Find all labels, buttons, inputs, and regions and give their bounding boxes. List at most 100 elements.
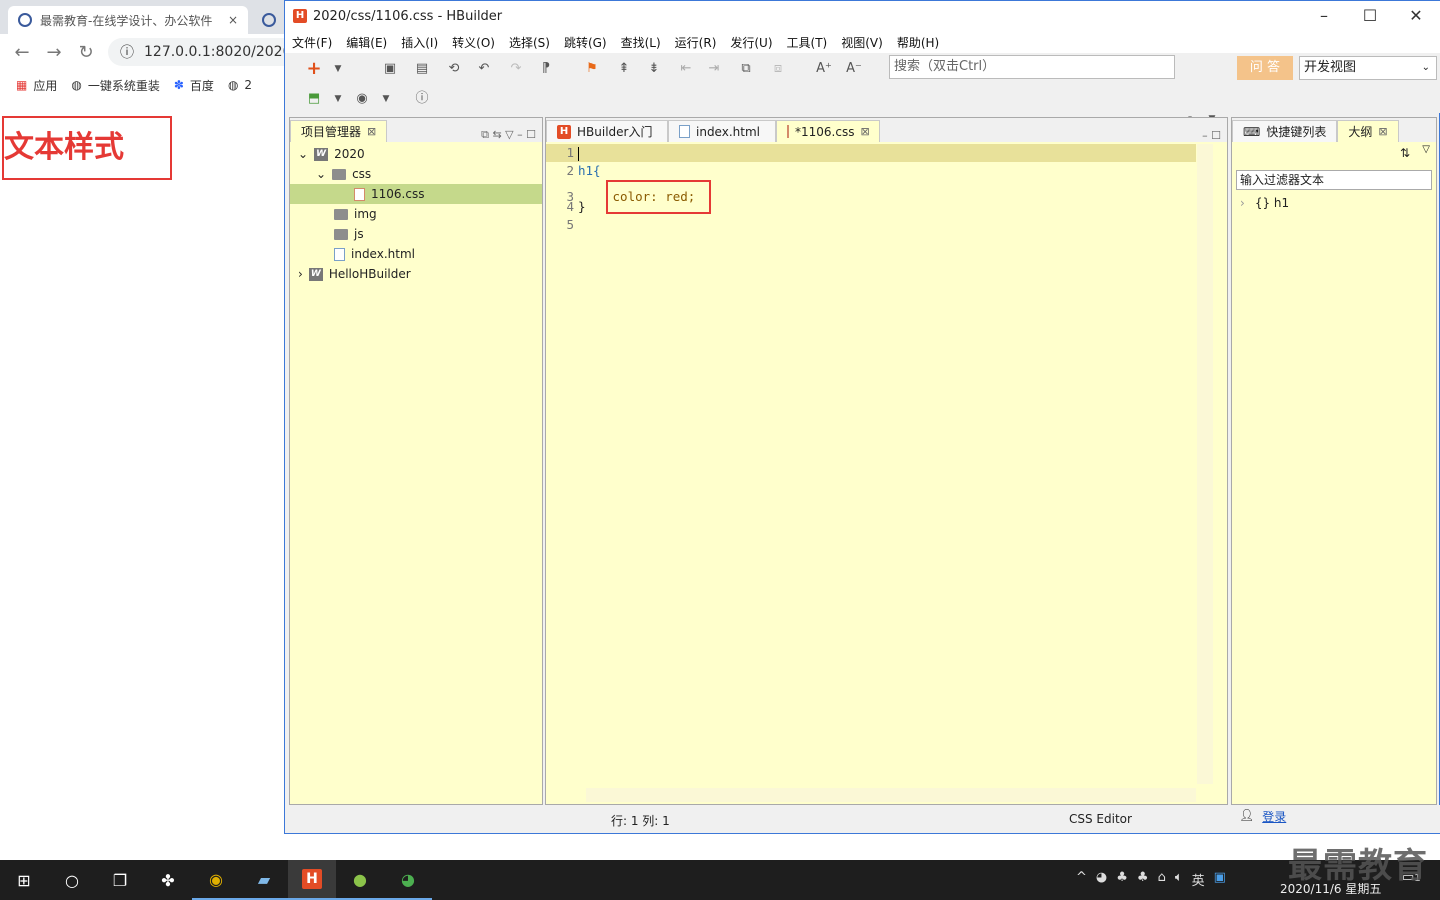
- task-view-button[interactable]: ❐: [96, 860, 144, 900]
- close-icon[interactable]: ×: [228, 13, 238, 27]
- qa-button[interactable]: 问 答: [1237, 56, 1293, 80]
- menu-view[interactable]: 视图(V): [834, 34, 890, 51]
- taskbar-app[interactable]: ✤: [144, 860, 192, 900]
- info-icon[interactable]: ⓘ: [413, 90, 431, 108]
- tab-shortcut-list[interactable]: ⌨ 快捷键列表: [1232, 120, 1338, 142]
- maximize-button[interactable]: ☐: [1347, 1, 1393, 31]
- code-area[interactable]: 1 2 h1{ 3 color: red; 4} 5: [546, 142, 1227, 234]
- wechat-tray-icon[interactable]: ◕: [1096, 870, 1107, 889]
- menu-publish[interactable]: 发行(U): [723, 34, 779, 51]
- bookmark-item[interactable]: ✽ 百度: [174, 77, 214, 94]
- menu-tools[interactable]: 工具(T): [780, 34, 835, 51]
- collapse-icon[interactable]: ›: [298, 264, 303, 284]
- save-all-icon[interactable]: ▤: [413, 60, 431, 78]
- panel-actions-icon[interactable]: – ☐: [1202, 129, 1221, 142]
- reload-icon[interactable]: ↻: [70, 42, 102, 63]
- close-window-button[interactable]: ✕: [1393, 1, 1439, 31]
- tree-node[interactable]: img: [290, 204, 542, 224]
- new-icon[interactable]: +: [305, 60, 323, 78]
- bookmark-item[interactable]: ◍ 2: [228, 78, 252, 92]
- search-input[interactable]: 搜索（双击Ctrl）: [889, 55, 1175, 79]
- redo-icon[interactable]: ↷: [507, 60, 525, 78]
- format-icon[interactable]: ⁋: [537, 60, 555, 78]
- sort-icon[interactable]: ⇅: [1400, 146, 1410, 160]
- run-icon[interactable]: ⬒: [305, 90, 323, 108]
- outline-filter-input[interactable]: 输入过滤器文本: [1236, 170, 1432, 190]
- browser-tab[interactable]: 最需教育-在线学设计、办公软件 ×: [8, 6, 248, 34]
- code-line: 2 h1{: [566, 163, 601, 178]
- prev-bookmark-icon[interactable]: ⇞: [615, 60, 633, 78]
- menu-select[interactable]: 选择(S): [502, 34, 557, 51]
- qq-icon[interactable]: ♣: [1116, 870, 1128, 889]
- view-select[interactable]: 开发视图 ⌄: [1299, 56, 1437, 80]
- dropdown-arrow-icon[interactable]: ▼: [377, 90, 395, 108]
- tree-node[interactable]: ⌄ W 2020: [290, 144, 542, 164]
- menu-help[interactable]: 帮助(H): [890, 34, 946, 51]
- tab-hbuilder-intro[interactable]: H HBuilder入门: [546, 120, 668, 142]
- close-icon[interactable]: ⊠: [367, 125, 376, 138]
- undo-icon[interactable]: ↶: [475, 60, 493, 78]
- indent-right-icon[interactable]: ⇥: [705, 60, 723, 78]
- tree-node[interactable]: index.html: [290, 244, 542, 264]
- taskbar-app-chrome[interactable]: ◉: [192, 860, 240, 900]
- minimize-button[interactable]: –: [1301, 1, 1347, 31]
- bookmark-apps[interactable]: ▦ 应用: [16, 77, 57, 94]
- menu-goto[interactable]: 跳转(G): [557, 34, 614, 51]
- font-increase-icon[interactable]: A⁺: [815, 60, 833, 78]
- login-link[interactable]: 登录: [1262, 808, 1286, 825]
- menu-find[interactable]: 查找(L): [614, 34, 668, 51]
- qq-icon[interactable]: ♣: [1137, 870, 1149, 889]
- app-tray-icon[interactable]: ▣: [1214, 870, 1226, 889]
- close-icon[interactable]: ⊠: [860, 125, 869, 138]
- expand-icon[interactable]: ⌄: [316, 164, 326, 184]
- horizontal-scrollbar[interactable]: [586, 788, 1196, 802]
- bookmark-item[interactable]: ◍ 一键系统重装: [71, 77, 160, 94]
- start-button[interactable]: ⊞: [0, 860, 48, 900]
- tree-node[interactable]: js: [290, 224, 542, 244]
- volume-icon[interactable]: 🔈︎: [1175, 870, 1183, 889]
- close-icon[interactable]: ⊠: [1378, 125, 1387, 138]
- dropdown-arrow-icon[interactable]: ▼: [329, 90, 347, 108]
- tab-project-manager[interactable]: 项目管理器 ⊠: [290, 120, 388, 142]
- browser-preview-icon[interactable]: ◉: [353, 90, 371, 108]
- apps-grid-icon: ▦: [16, 78, 28, 92]
- menu-run[interactable]: 运行(R): [668, 34, 724, 51]
- next-bookmark-icon[interactable]: ⇟: [645, 60, 663, 78]
- dropdown-arrow-icon[interactable]: ▼: [329, 60, 347, 78]
- taskbar-app[interactable]: ●: [336, 860, 384, 900]
- menu-dropdown-icon[interactable]: ▽: [1422, 144, 1430, 155]
- indent-left-icon[interactable]: ⇤: [677, 60, 695, 78]
- taskbar-app-wechat[interactable]: ◕: [384, 860, 432, 900]
- collapse-icon[interactable]: ›: [1240, 196, 1245, 210]
- menu-edit[interactable]: 编辑(E): [339, 34, 394, 51]
- chevron-up-icon[interactable]: ^: [1076, 870, 1087, 889]
- bookmark-icon[interactable]: ⚑: [583, 60, 601, 78]
- font-decrease-icon[interactable]: A⁻: [845, 60, 863, 78]
- input-language[interactable]: 英: [1192, 870, 1205, 889]
- tree-node[interactable]: ⌄ css: [290, 164, 542, 184]
- search-button[interactable]: ○: [48, 860, 96, 900]
- menu-insert[interactable]: 插入(I): [394, 34, 445, 51]
- windows-icon: ⊞: [17, 870, 31, 890]
- tab-outline[interactable]: 大纲 ⊠: [1337, 120, 1399, 142]
- login-area[interactable]: 👤︎ 登录: [1239, 808, 1286, 825]
- revert-icon[interactable]: ⟲: [445, 60, 463, 78]
- taskbar-app[interactable]: ▰: [240, 860, 288, 900]
- comment-icon[interactable]: ⧉: [737, 60, 755, 78]
- network-icon[interactable]: ⌂: [1158, 870, 1166, 889]
- taskbar-app-hbuilder[interactable]: H: [288, 860, 336, 900]
- outline-item[interactable]: ›{} h1: [1240, 196, 1289, 210]
- menu-escape[interactable]: 转义(O): [445, 34, 502, 51]
- save-icon[interactable]: ▣: [381, 60, 399, 78]
- tree-node[interactable]: › W HelloHBuilder: [290, 264, 542, 284]
- tab-1106-css[interactable]: *1106.css ⊠: [776, 120, 880, 142]
- expand-icon[interactable]: ⌄: [298, 144, 308, 164]
- uncomment-icon[interactable]: ⧈: [769, 60, 787, 78]
- menu-file[interactable]: 文件(F): [285, 34, 339, 51]
- forward-icon[interactable]: →: [38, 42, 70, 63]
- back-icon[interactable]: ←: [6, 42, 38, 63]
- tab-index-html[interactable]: index.html: [668, 120, 776, 142]
- tree-node[interactable]: 1106.css: [290, 184, 542, 204]
- panel-actions-icon[interactable]: ⧉ ⇆ ▽ – ☐: [481, 128, 536, 142]
- vertical-scrollbar[interactable]: [1197, 144, 1213, 784]
